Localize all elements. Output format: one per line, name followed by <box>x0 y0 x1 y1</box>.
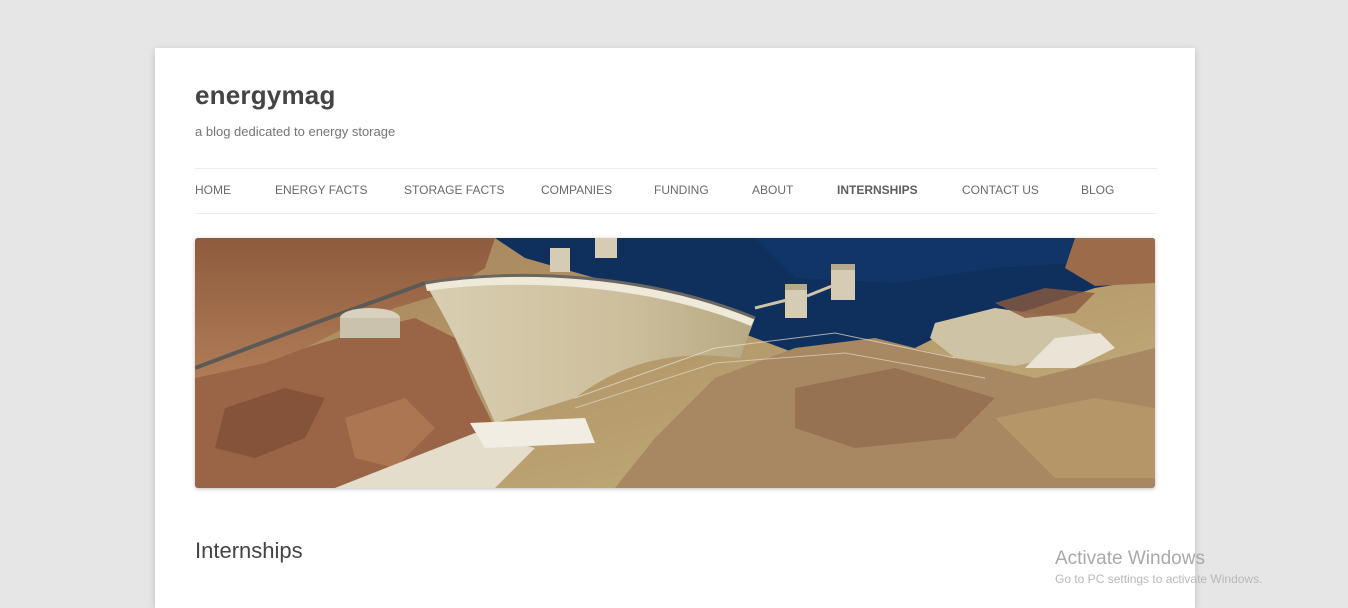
nav-item-companies[interactable]: COMPANIES <box>541 183 612 197</box>
main-navigation: HOME ENERGY FACTS STORAGE FACTS COMPANIE… <box>195 168 1157 214</box>
nav-item-storage-facts[interactable]: STORAGE FACTS <box>404 183 504 197</box>
activate-windows-subtext: Go to PC settings to activate Windows. <box>1055 572 1263 586</box>
nav-item-about[interactable]: ABOUT <box>752 183 793 197</box>
site-description: a blog dedicated to energy storage <box>195 124 396 139</box>
nav-item-blog[interactable]: BLOG <box>1081 183 1114 197</box>
page-container: energymag a blog dedicated to energy sto… <box>155 48 1195 608</box>
nav-item-contact-us[interactable]: CONTACT US <box>962 183 1039 197</box>
nav-item-home[interactable]: HOME <box>195 183 231 197</box>
nav-item-energy-facts[interactable]: ENERGY FACTS <box>275 183 367 197</box>
activate-windows-watermark: Activate Windows <box>1055 548 1205 569</box>
entry-title: Internships <box>195 538 303 563</box>
header-image <box>195 238 1155 488</box>
site-title[interactable]: energymag <box>195 80 336 111</box>
nav-item-funding[interactable]: FUNDING <box>654 183 709 197</box>
nav-item-internships[interactable]: INTERNSHIPS <box>837 183 918 197</box>
